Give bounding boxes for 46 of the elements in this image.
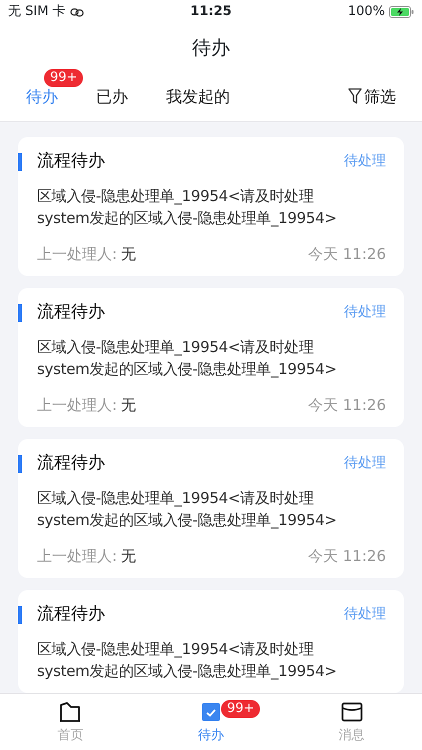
task-card[interactable]: 流程待办 待处理 区域入侵-隐患处理单_19954<请及时处理 system发起的区域入侵-隐患处理单_19954> 上一处理人: 无 今天 11:26 <box>18 137 404 276</box>
accent-bar <box>18 304 22 322</box>
card-description: 区域入侵-隐患处理单_19954<请及时处理 system发起的区域入侵-隐患处理单_19954> <box>37 638 338 682</box>
previous-handler-label: 上一处理人: <box>37 394 118 416</box>
previous-handler-value: 无 <box>121 244 136 264</box>
card-description: 区域入侵-隐患处理单_19954<请及时处理 system发起的区域入侵-隐患处理单_19954> <box>37 186 338 228</box>
task-card[interactable]: 流程待办 待处理 区域入侵-隐患处理单_19954<请及时处理 system发起的区域入侵-隐患处理单_19954> 上一处理人: 无 今天 11:26 <box>18 439 404 578</box>
card-time: 今天 11:26 <box>308 394 386 416</box>
status-text: 待处理 <box>344 605 386 624</box>
card-description: 区域入侵-隐患处理单_19954<请及时处理 system发起的区域入侵-隐患处理单_19954> <box>37 488 338 530</box>
envelope-icon <box>340 702 363 722</box>
task-card[interactable]: 流程待办 待处理 区域入侵-隐患处理单_19954<请及时处理 system发起的区域入侵-隐患处理单_19954> 上一处理人: 无 今天 11:26 <box>18 288 404 427</box>
link-icon <box>70 8 84 16</box>
accent-bar <box>18 454 22 473</box>
count-badge: 99+ <box>221 700 260 718</box>
previous-handler-label: 上一处理人: <box>37 546 118 566</box>
status-text: 待处理 <box>344 303 386 322</box>
tab[interactable]: 我发起的 <box>166 84 230 108</box>
card-description: 区域入侵-隐患处理单_19954<请及时处理 system发起的区域入侵-隐患处理单_19954> <box>37 336 338 380</box>
accent-bar <box>18 152 22 171</box>
previous-handler-value: 无 <box>121 546 136 566</box>
time-text: 11:25 <box>190 3 232 22</box>
battery-icon <box>388 6 414 18</box>
battery-text: 100% <box>348 3 385 22</box>
filter-icon <box>348 88 362 105</box>
filter-button[interactable]: 筛选 <box>348 84 396 108</box>
task-card[interactable]: 流程待办 待处理 区域入侵-隐患处理单_19954<请及时处理 system发起的区域入侵-隐患处理单_19954> <box>18 590 404 692</box>
card-time: 今天 11:26 <box>308 546 386 566</box>
page-title: 待办 <box>192 36 230 61</box>
count-badge: 99+ <box>44 68 84 86</box>
tab-bar-item[interactable]: 待办 99+ <box>140 694 282 750</box>
checkbox-icon <box>201 702 221 722</box>
status-text: 待处理 <box>344 454 386 474</box>
previous-handler-label: 上一处理人: <box>37 244 118 264</box>
card-title: 流程待办 <box>37 452 105 475</box>
accent-bar <box>18 606 22 624</box>
card-title: 流程待办 <box>37 150 105 173</box>
previous-handler-value: 无 <box>121 394 136 416</box>
card-title: 流程待办 <box>37 301 105 324</box>
status-text: 待处理 <box>344 152 386 172</box>
card-title: 流程待办 <box>37 603 105 626</box>
carrier-text: 无 SIM 卡 <box>8 3 66 22</box>
card-time: 今天 11:26 <box>308 244 386 264</box>
tab[interactable]: 已办 <box>96 84 128 108</box>
document-icon <box>59 702 82 722</box>
tab[interactable]: 待办 <box>26 84 58 108</box>
